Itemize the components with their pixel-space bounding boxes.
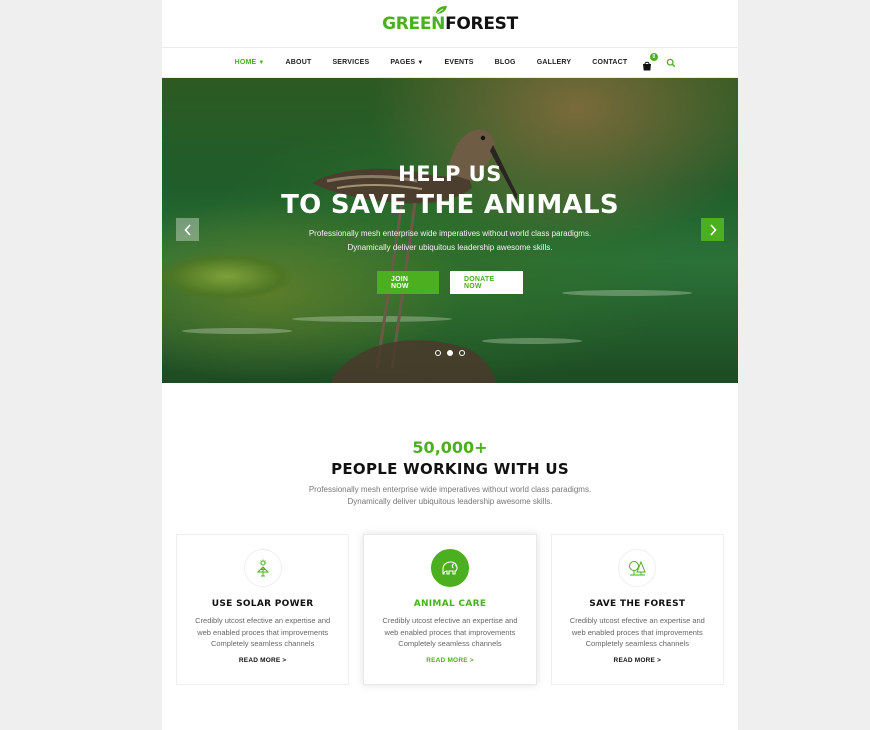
nav-services[interactable]: SERVICES [322, 59, 380, 66]
stat-description-line-2: Dynamically deliver ubiquitous leadershi… [347, 497, 553, 506]
main-nav: HOME ▼ ABOUT SERVICES PAGES ▼ EVENTS BLOG … [162, 48, 738, 78]
feature-card-animal-care: ANIMAL CARE Credibly utcost efective an … [363, 534, 537, 685]
stat-number: 50,000+ [412, 438, 488, 457]
nav-blog[interactable]: BLOG [484, 59, 526, 66]
cart-count-badge: 0 [649, 52, 658, 61]
hero-subtitle: Professionally mesh enterprise wide impe… [162, 227, 738, 255]
slider-dot[interactable] [459, 350, 465, 356]
nav-about[interactable]: ABOUT [275, 59, 322, 66]
feature-text-line-3: Completely seamless channels [585, 639, 690, 648]
stat-title: PEOPLE WORKING WITH US [331, 460, 569, 478]
caret-down-icon: ▼ [417, 60, 424, 66]
nav-events[interactable]: EVENTS [434, 59, 484, 66]
slider-dot[interactable] [435, 350, 441, 356]
logo-text-green: GREEN [382, 13, 446, 34]
caret-down-icon: ▼ [258, 60, 265, 66]
feature-text-line-1: Credibly utcost efective an expertise an… [569, 616, 705, 625]
search-icon[interactable] [666, 58, 676, 68]
site-logo[interactable]: GREEN FOREST [382, 5, 518, 34]
cart-button[interactable]: 0 [642, 52, 658, 70]
feature-text-line-1: Credibly utcost efective an expertise an… [382, 616, 518, 625]
stat-description-line-1: Professionally mesh enterprise wide impe… [308, 485, 592, 494]
slider-dot-active[interactable] [447, 350, 453, 356]
stats-section: 50,000+ PEOPLE WORKING WITH US Professio… [162, 383, 738, 508]
feature-text-line-2: web enabled proces that improvements [571, 627, 703, 637]
logo-text-dark: FOREST [445, 13, 518, 34]
hero-title-large: TO SAVE THE ANIMALS [281, 190, 619, 220]
nav-contact[interactable]: CONTACT [582, 59, 638, 66]
feature-title: USE SOLAR POWER [211, 599, 314, 609]
feature-text: Credibly utcost efective an expertise an… [177, 615, 348, 650]
feature-text-line-2: web enabled proces that improvements [384, 627, 516, 637]
shopping-bag-icon [642, 61, 651, 70]
read-more-link[interactable]: READ MORE > [552, 657, 723, 664]
feature-text-line-3: Completely seamless channels [398, 639, 502, 648]
feature-card-solar: USE SOLAR POWER Credibly utcost efective… [176, 534, 350, 685]
page-container: GREEN FOREST HOME ▼ ABOUT SERVICES PAGES ▼ … [162, 0, 738, 730]
feature-text-line-1: Credibly utcost efective an expertise an… [195, 616, 331, 625]
logo-bar: GREEN FOREST [162, 0, 738, 48]
prev-slide-button[interactable] [176, 218, 199, 241]
hero-title-small: HELP US [398, 162, 502, 186]
chevron-right-icon [709, 223, 717, 236]
solar-panel-icon [243, 549, 282, 587]
chevron-left-icon [183, 223, 191, 236]
water-ripple [182, 328, 292, 334]
slider-dots [162, 350, 738, 356]
feature-title: ANIMAL CARE [413, 599, 487, 609]
feature-text: Credibly utcost efective an expertise an… [364, 615, 535, 650]
donate-now-button[interactable]: DONATE NOW [450, 271, 523, 294]
hero-subtitle-line-1: Professionally mesh enterprise wide impe… [308, 229, 592, 238]
stat-description: Professionally mesh enterprise wide impe… [162, 484, 738, 508]
hero-buttons: JOIN NOW DONATE NOW [162, 271, 738, 294]
elephant-icon [430, 549, 469, 587]
feature-cards: USE SOLAR POWER Credibly utcost efective… [162, 534, 738, 685]
nav-home[interactable]: HOME ▼ [224, 59, 275, 66]
nav-pages[interactable]: PAGES ▼ [380, 59, 434, 66]
next-slide-button[interactable] [701, 218, 724, 241]
read-more-link[interactable]: READ MORE > [364, 657, 535, 664]
feature-card-forest: SAVE THE FOREST Credibly utcost efective… [550, 534, 724, 685]
read-more-link[interactable]: READ MORE > [177, 657, 348, 664]
leaf-icon [435, 5, 448, 14]
feature-title: SAVE THE FOREST [589, 599, 686, 609]
join-now-button[interactable]: JOIN NOW [377, 271, 439, 294]
feature-text: Credibly utcost efective an expertise an… [552, 615, 723, 650]
feature-text-line-2: web enabled proces that improvements [197, 627, 329, 637]
trees-icon [618, 549, 657, 587]
hero-subtitle-line-2: Dynamically deliver ubiquitous leadershi… [347, 243, 553, 252]
nav-gallery[interactable]: GALLERY [526, 59, 582, 66]
feature-text-line-3: Completely seamless channels [210, 639, 315, 648]
hero-slider: HELP US TO SAVE THE ANIMALS Professional… [162, 78, 738, 383]
